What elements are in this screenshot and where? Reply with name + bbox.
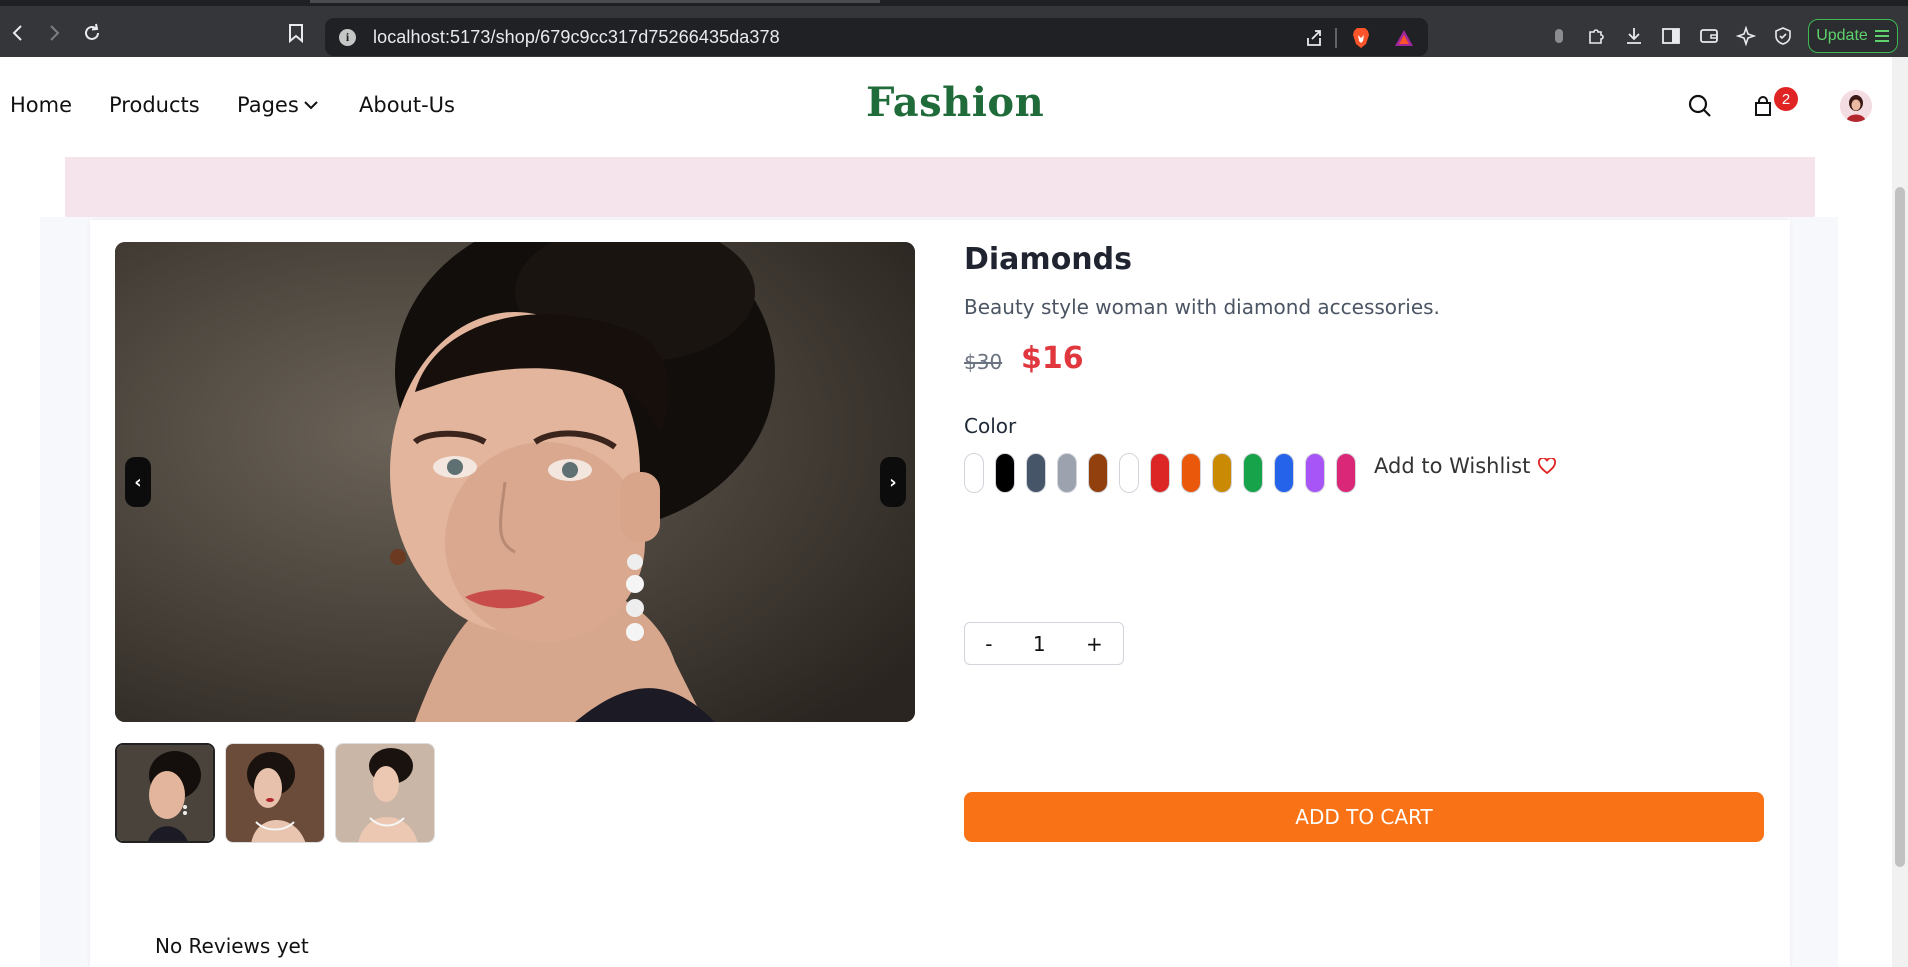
brave-rewards-icon[interactable] (1393, 27, 1415, 49)
quantity-stepper: - 1 + (964, 622, 1124, 665)
color-swatches (964, 453, 1356, 493)
bookmark-icon[interactable] (284, 21, 308, 45)
color-swatch[interactable] (1212, 453, 1232, 493)
nav-home[interactable]: Home (10, 93, 72, 117)
wallet-icon[interactable] (1698, 25, 1720, 47)
menu-icon (1874, 30, 1889, 42)
original-price: $30 (964, 350, 1003, 374)
sale-price: $16 (1021, 341, 1084, 376)
cart-count-badge: 2 (1774, 87, 1798, 111)
product-thumbnail[interactable] (115, 743, 215, 843)
color-swatch[interactable] (995, 453, 1015, 493)
prev-image-button[interactable]: ‹ (125, 457, 151, 507)
next-image-button[interactable]: › (880, 457, 906, 507)
download-icon[interactable] (1623, 25, 1645, 47)
search-icon[interactable] (1685, 91, 1715, 121)
site-header: Home Products Pages About-Us Fashion 2 (0, 57, 1892, 157)
nav-products[interactable]: Products (109, 93, 200, 117)
nav-pages-label: Pages (237, 93, 299, 117)
heart-icon (1538, 458, 1557, 474)
nav-pages[interactable]: Pages (237, 93, 319, 117)
product-thumbnail[interactable] (225, 743, 325, 843)
color-swatch[interactable] (1243, 453, 1263, 493)
color-swatch[interactable] (964, 453, 984, 493)
color-swatch[interactable] (1305, 453, 1325, 493)
puzzle-icon[interactable] (1585, 25, 1607, 47)
active-tab-indicator (310, 0, 880, 3)
product-thumbnail[interactable] (335, 743, 435, 843)
avatar[interactable] (1840, 90, 1872, 122)
color-swatch[interactable] (1057, 453, 1077, 493)
scrollbar-thumb[interactable] (1895, 187, 1905, 867)
leo-ai-icon[interactable] (1735, 25, 1757, 47)
sidebar-icon[interactable] (1660, 25, 1682, 47)
url-text[interactable]: localhost:5173/shop/679c9cc317d75266435d… (373, 27, 780, 48)
color-swatch[interactable] (1150, 453, 1170, 493)
reload-icon[interactable] (80, 21, 104, 45)
color-swatch[interactable] (1026, 453, 1046, 493)
page-scrollbar[interactable] (1892, 57, 1908, 967)
breadcrumb-banner (65, 157, 1815, 217)
reviews-empty-text: No Reviews yet (155, 934, 309, 958)
quantity-increment-button[interactable]: + (1076, 632, 1113, 656)
product-main-image[interactable] (115, 242, 915, 722)
color-swatch[interactable] (1088, 453, 1108, 493)
brand-logo[interactable]: Fashion (866, 79, 1044, 126)
browser-toolbar: i localhost:5173/shop/679c9cc317d7526643… (0, 0, 1908, 57)
color-swatch[interactable] (1336, 453, 1356, 493)
add-to-wishlist-button[interactable]: Add to Wishlist (1374, 454, 1557, 478)
product-description: Beauty style woman with diamond accessor… (964, 295, 1440, 319)
nav-about-us[interactable]: About-Us (359, 93, 455, 117)
forward-icon[interactable] (42, 21, 66, 45)
extension-icon[interactable] (1548, 25, 1570, 47)
divider (1335, 28, 1337, 48)
web-page: Home Products Pages About-Us Fashion 2 ‹… (0, 57, 1908, 967)
color-swatch[interactable] (1181, 453, 1201, 493)
vpn-icon[interactable] (1772, 25, 1794, 47)
share-icon[interactable] (1303, 27, 1325, 49)
info-icon[interactable]: i (339, 29, 356, 46)
update-label: Update (1816, 27, 1868, 44)
product-title: Diamonds (964, 242, 1132, 277)
address-bar[interactable]: i localhost:5173/shop/679c9cc317d7526643… (325, 18, 1428, 56)
update-button[interactable]: Update (1808, 19, 1898, 53)
color-swatch[interactable] (1119, 453, 1139, 493)
brave-shield-icon[interactable] (1350, 27, 1372, 49)
add-to-cart-button[interactable]: ADD TO CART (964, 792, 1764, 842)
back-icon[interactable] (6, 21, 30, 45)
wishlist-label: Add to Wishlist (1374, 454, 1531, 478)
chevron-down-icon (304, 101, 318, 110)
quantity-value[interactable]: 1 (1023, 632, 1056, 656)
color-label: Color (964, 414, 1017, 438)
color-swatch[interactable] (1274, 453, 1294, 493)
quantity-decrement-button[interactable]: - (975, 632, 1002, 656)
